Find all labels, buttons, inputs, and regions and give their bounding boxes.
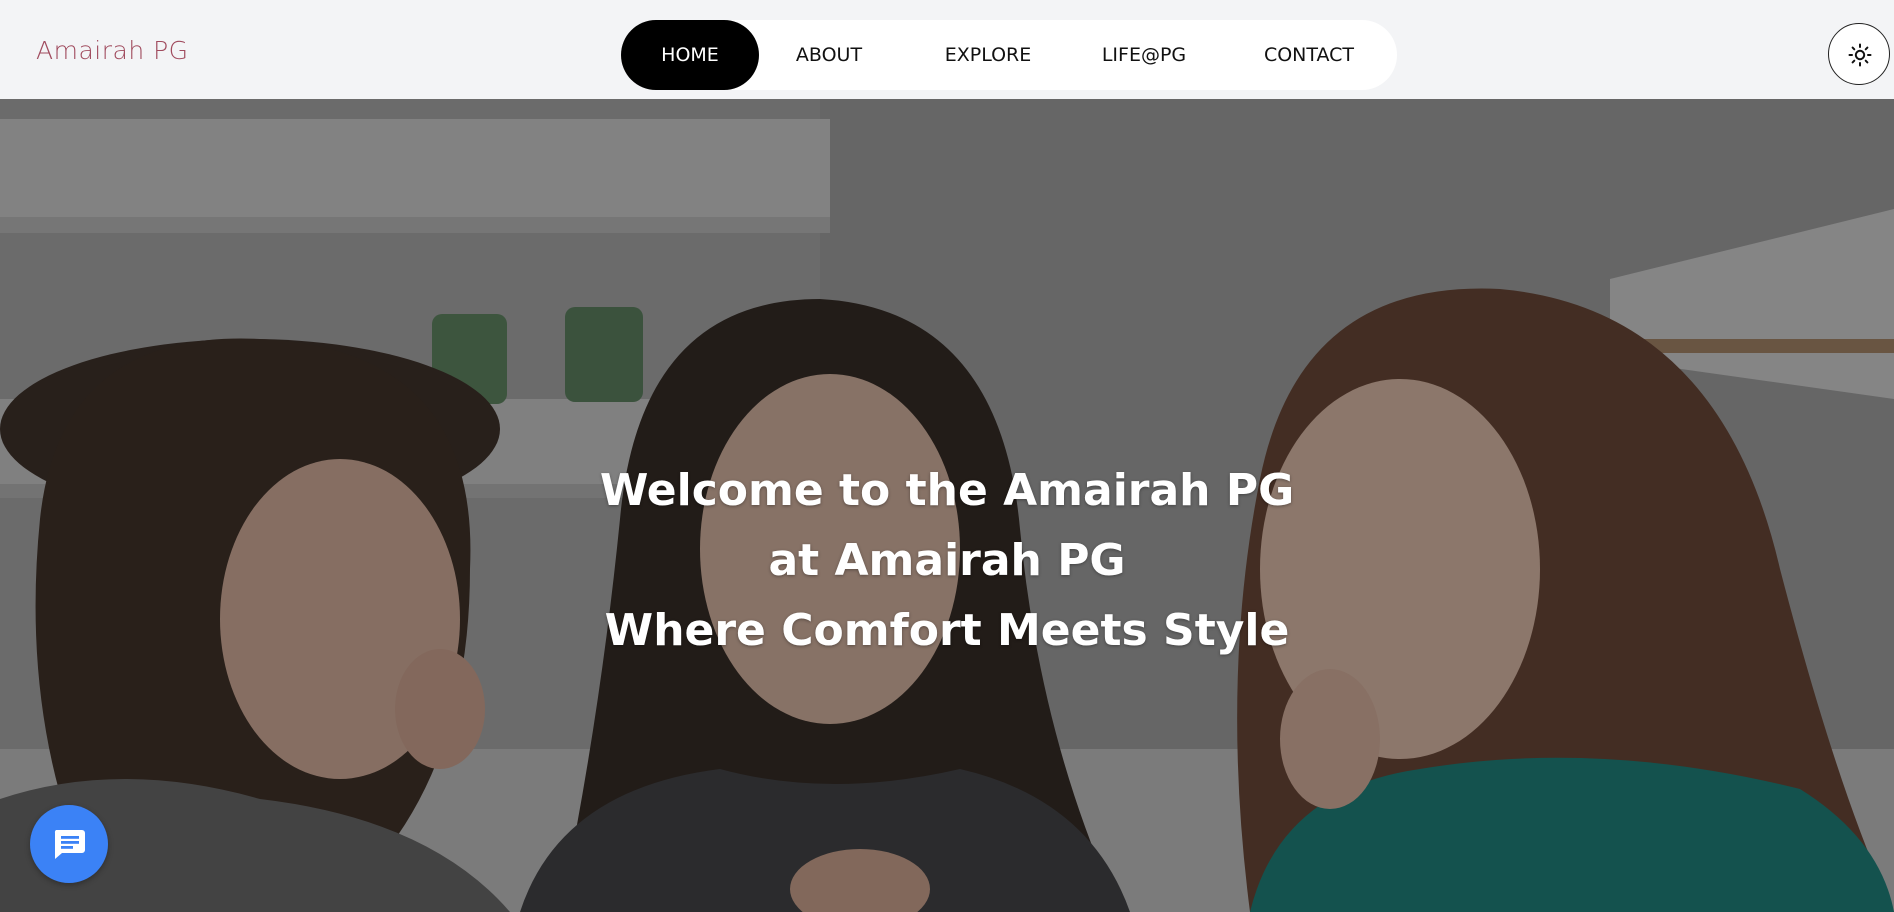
nav-life-at-pg[interactable]: LIFE@PG bbox=[1093, 20, 1195, 90]
nav-home[interactable]: HOME bbox=[621, 20, 759, 90]
nav-explore[interactable]: EXPLORE bbox=[933, 20, 1043, 90]
nav-about[interactable]: ABOUT bbox=[783, 20, 875, 90]
hero-line-at-pg: at Amairah PG bbox=[768, 535, 1126, 586]
theme-toggle-button[interactable] bbox=[1828, 23, 1890, 85]
hero-section: Welcome to the Amairah PG at Amairah PG … bbox=[0, 99, 1894, 912]
sun-icon bbox=[1848, 43, 1872, 67]
hero-line-welcome: Welcome to the Amairah PG bbox=[599, 465, 1295, 516]
chat-button[interactable] bbox=[30, 805, 108, 883]
chat-bubble-icon bbox=[54, 830, 85, 859]
site-header: Amairah PG HOME ABOUT EXPLORE LIFE@PG CO… bbox=[0, 0, 1894, 99]
brand-logo[interactable]: Amairah PG bbox=[36, 36, 189, 65]
hero-heading: Welcome to the Amairah PG at Amairah PG … bbox=[0, 456, 1894, 666]
hero-line-tagline: Where Comfort Meets Style bbox=[604, 605, 1290, 656]
main-nav: HOME ABOUT EXPLORE LIFE@PG CONTACT bbox=[621, 20, 1397, 90]
nav-contact[interactable]: CONTACT bbox=[1253, 20, 1365, 90]
